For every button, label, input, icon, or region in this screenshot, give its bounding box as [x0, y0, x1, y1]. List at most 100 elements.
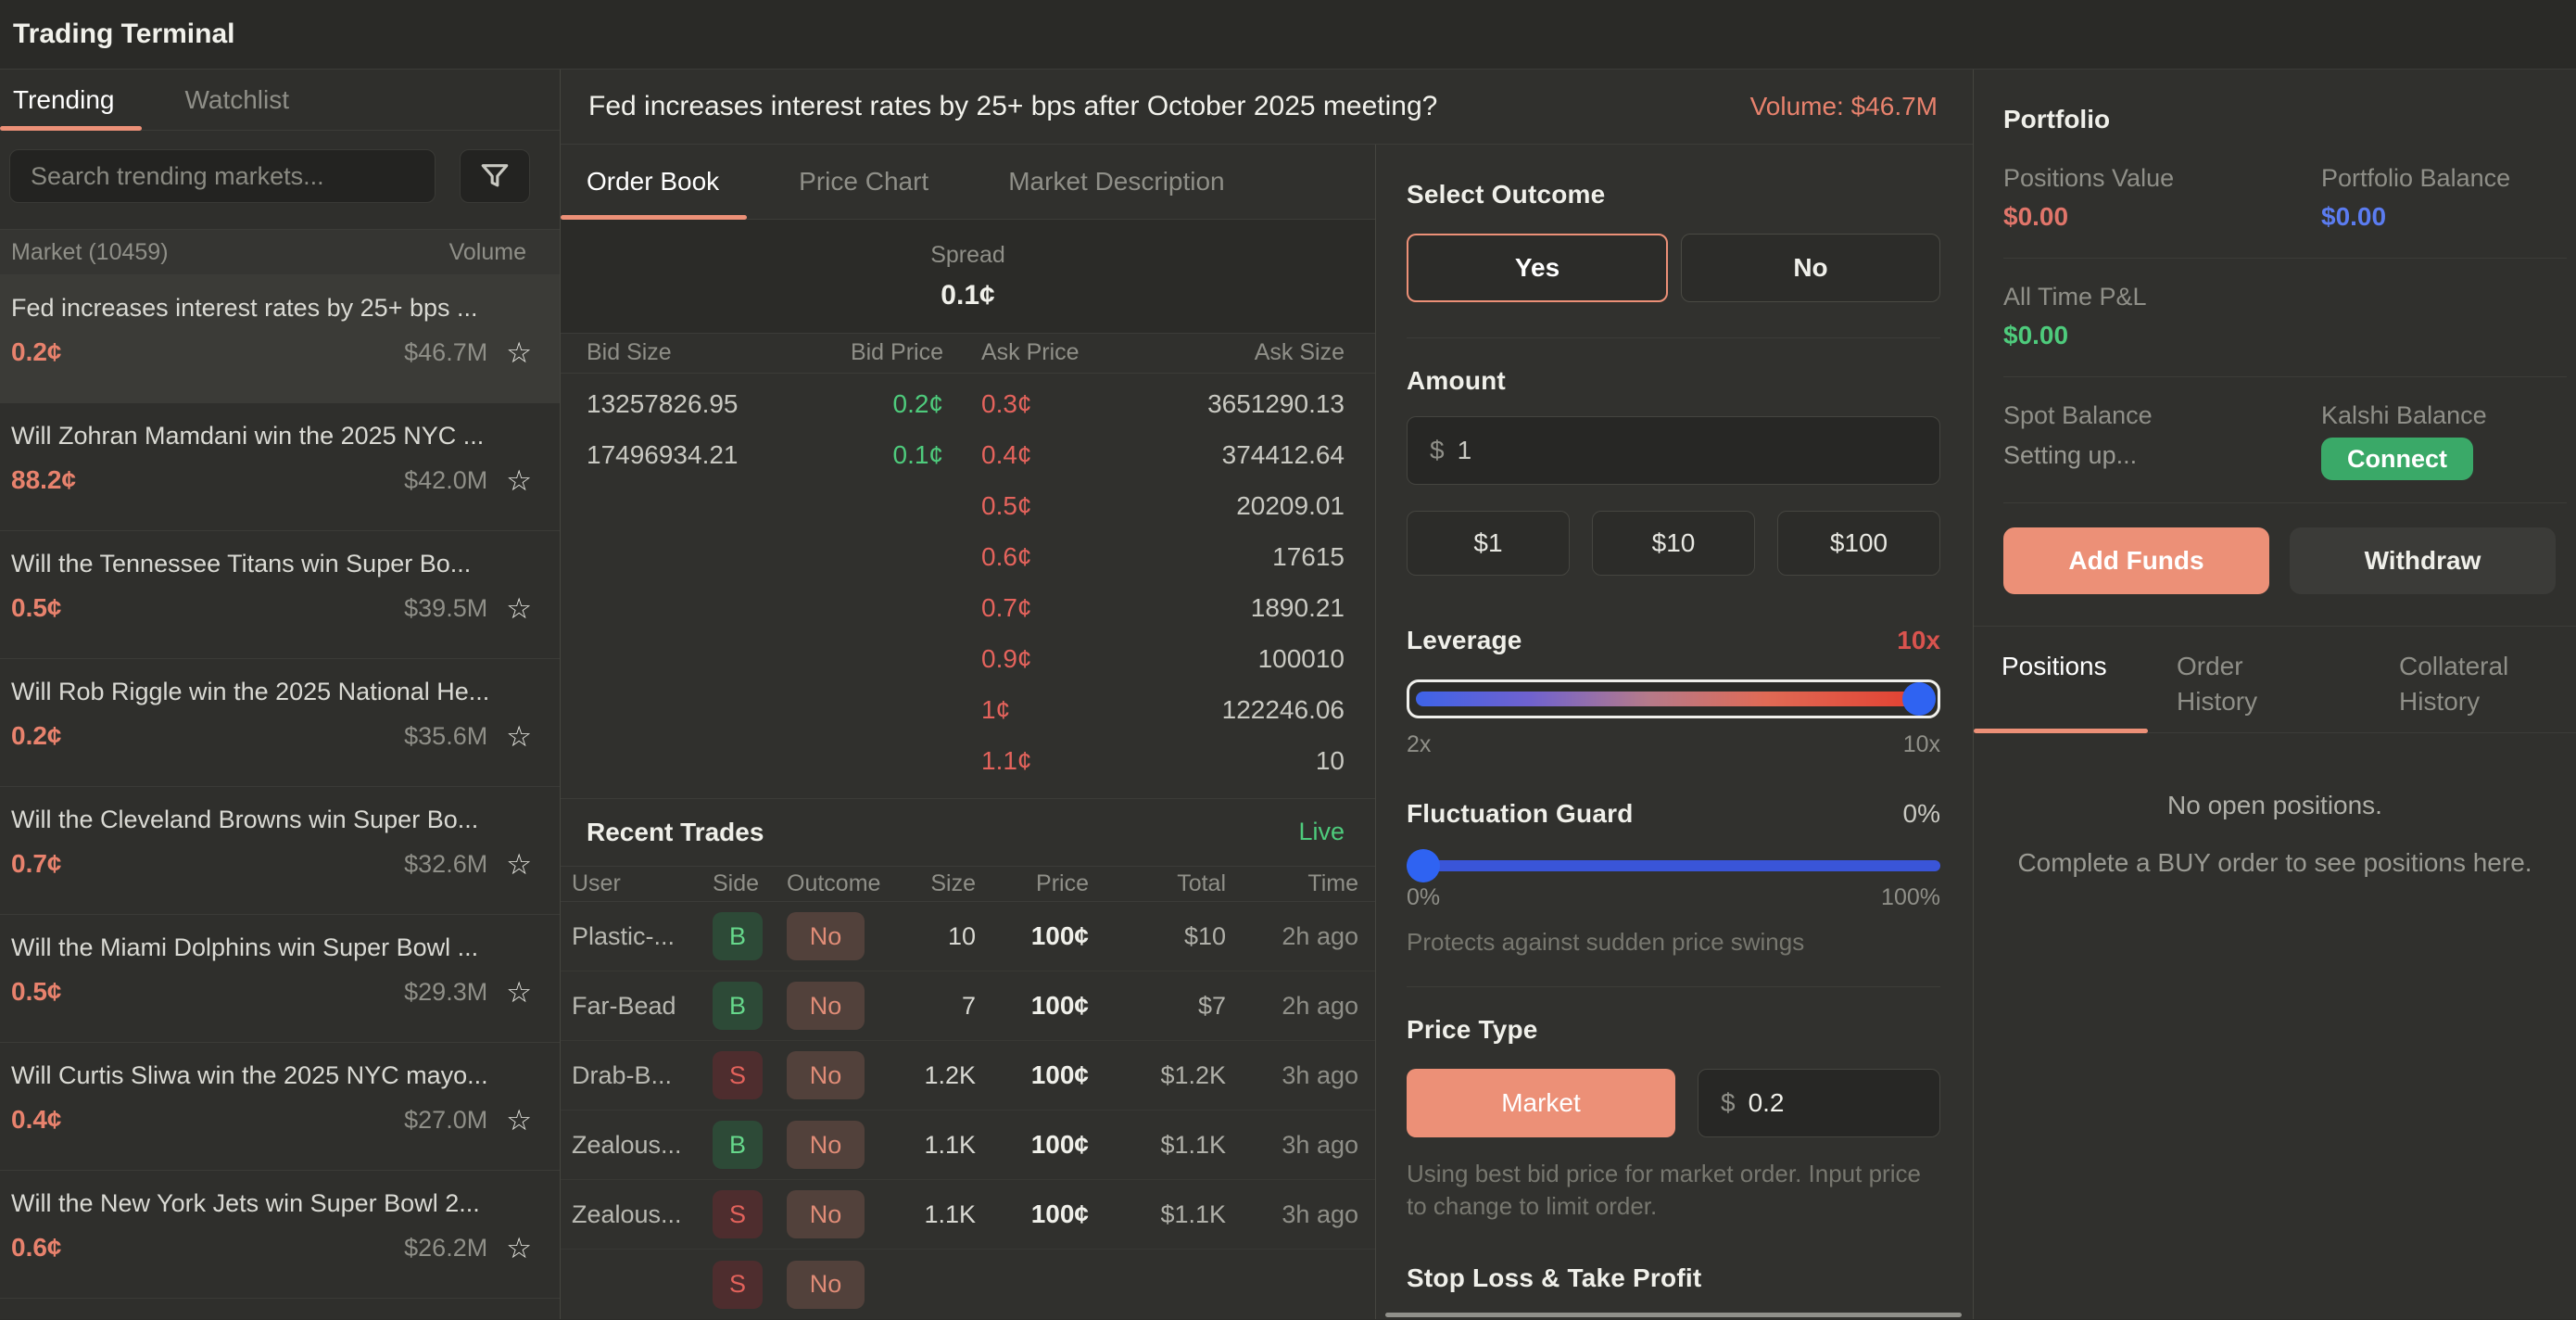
- star-icon[interactable]: [506, 1106, 532, 1135]
- connect-button[interactable]: Connect: [2321, 438, 2473, 480]
- filter-button[interactable]: [460, 149, 530, 203]
- tab-order-book-label: Order Book: [587, 167, 719, 197]
- outcome-no-badge: No: [787, 1190, 865, 1238]
- portfolio-balance-label: Portfolio Balance: [2321, 164, 2567, 193]
- tab-order-history[interactable]: Order History: [2177, 649, 2399, 732]
- search-placeholder: Search trending markets...: [31, 162, 324, 191]
- orderbook-row[interactable]: 13257826.95 0.2¢ 0.3¢ 3651290.13: [561, 379, 1375, 430]
- live-badge: Live: [1298, 818, 1345, 846]
- positions-hint-message: Complete a BUY order to see positions he…: [1974, 848, 2576, 878]
- dollar-prefix: $: [1721, 1088, 1736, 1118]
- market-price: 0.5¢: [11, 977, 62, 1007]
- portfolio-title: Portfolio: [2003, 70, 2567, 134]
- side-sell-badge: S: [713, 1190, 763, 1238]
- limit-price-value: 0.2: [1749, 1088, 1785, 1118]
- market-list-item[interactable]: Will Zohran Mamdani win the 2025 NYC ...…: [0, 403, 560, 531]
- side-sell-badge: S: [713, 1051, 763, 1099]
- market-list-item[interactable]: Will Rob Riggle win the 2025 National He…: [0, 659, 560, 787]
- star-icon[interactable]: [506, 1234, 532, 1263]
- spot-balance-label: Spot Balance: [2003, 401, 2321, 430]
- search-input[interactable]: Search trending markets...: [9, 149, 436, 203]
- fluctuation-guard-slider[interactable]: [1407, 860, 1940, 871]
- portfolio-panel: Portfolio Positions Value $0.00 Portfoli…: [1974, 70, 2576, 1319]
- orderbook-row[interactable]: 0.7¢ 1890.21: [561, 583, 1375, 634]
- market-volume-total: Volume: $46.7M: [1750, 92, 1938, 121]
- trade-panel: Select Outcome Yes No Amount $ 1: [1376, 145, 1973, 1319]
- orderbook-row[interactable]: 1¢ 122246.06: [561, 685, 1375, 736]
- trade-row[interactable]: Zealous... S No 1.1K 100¢ $1.1K 3h ago: [561, 1180, 1375, 1250]
- tab-watchlist[interactable]: Watchlist: [170, 70, 317, 130]
- spread-value: 0.1¢: [941, 280, 994, 311]
- quick-amount-10-button[interactable]: $10: [1592, 511, 1755, 576]
- stop-loss-label: Stop Loss & Take Profit: [1407, 1263, 1940, 1293]
- market-title: Will Rob Riggle win the 2025 National He…: [11, 678, 532, 706]
- market-list-item[interactable]: Will the Tennessee Titans win Super Bo..…: [0, 531, 560, 659]
- quick-amount-1-button[interactable]: $1: [1407, 511, 1570, 576]
- star-icon[interactable]: [506, 338, 532, 367]
- price-type-label: Price Type: [1407, 1015, 1940, 1045]
- tab-order-book[interactable]: Order Book: [561, 145, 747, 219]
- positions-value: $0.00: [2003, 202, 2321, 232]
- market-list-item[interactable]: Fed increases interest rates by 25+ bps …: [0, 275, 560, 403]
- orderbook-row[interactable]: 17496934.21 0.1¢ 0.4¢ 374412.64: [561, 430, 1375, 481]
- orderbook-row[interactable]: 0.6¢ 17615: [561, 532, 1375, 583]
- market-order-button[interactable]: Market: [1407, 1069, 1675, 1137]
- kalshi-balance-label: Kalshi Balance: [2321, 401, 2567, 430]
- trade-row[interactable]: Far-Bead B No 7 100¢ $7 2h ago: [561, 971, 1375, 1041]
- tab-collateral-history[interactable]: Collateral History: [2399, 649, 2538, 732]
- star-icon[interactable]: [506, 850, 532, 879]
- leverage-slider[interactable]: [1407, 679, 1940, 718]
- col-ask-size: Ask Size: [1116, 339, 1345, 366]
- tab-market-description-label: Market Description: [1008, 167, 1224, 197]
- side-buy-badge: B: [713, 1121, 763, 1169]
- star-icon[interactable]: [506, 594, 532, 623]
- market-volume: $27.0M: [404, 1106, 487, 1135]
- active-tab-underline: [1974, 729, 2148, 733]
- trade-row[interactable]: Zealous... B No 1.1K 100¢ $1.1K 3h ago: [561, 1111, 1375, 1180]
- fluctuation-guard-thumb[interactable]: [1407, 849, 1440, 882]
- col-ask-price: Ask Price: [981, 339, 1116, 366]
- select-outcome-label: Select Outcome: [1407, 180, 1940, 209]
- leverage-slider-thumb[interactable]: [1902, 682, 1936, 716]
- tab-market-description[interactable]: Market Description: [1008, 145, 1252, 219]
- market-list-item[interactable]: Will Curtis Sliwa win the 2025 NYC mayo.…: [0, 1043, 560, 1171]
- tab-trending[interactable]: Trending: [0, 70, 142, 130]
- guard-max-label: 100%: [1881, 884, 1940, 911]
- leverage-value: 10x: [1897, 626, 1940, 655]
- market-title: Will Curtis Sliwa win the 2025 NYC mayo.…: [11, 1061, 532, 1090]
- star-icon[interactable]: [506, 722, 532, 751]
- trades-table-header: User Side Outcome Size Price Total Time: [561, 866, 1375, 902]
- top-bar: Trading Terminal: [0, 0, 2576, 70]
- market-title: Will the Miami Dolphins win Super Bowl .…: [11, 933, 532, 962]
- market-volume: $42.0M: [404, 466, 487, 495]
- tab-positions[interactable]: Positions: [1974, 649, 2177, 732]
- quick-amount-100-button[interactable]: $100: [1777, 511, 1940, 576]
- limit-price-input[interactable]: $ 0.2: [1698, 1069, 1940, 1137]
- market-list-item[interactable]: Will the Cleveland Browns win Super Bo..…: [0, 787, 560, 915]
- tab-price-chart[interactable]: Price Chart: [799, 145, 956, 219]
- horizontal-scrollbar[interactable]: [1385, 1313, 1962, 1317]
- orderbook-row[interactable]: 0.5¢ 20209.01: [561, 481, 1375, 532]
- market-list-item[interactable]: Will the Miami Dolphins win Super Bowl .…: [0, 915, 560, 1043]
- market-price: 0.4¢: [11, 1105, 62, 1135]
- market-volume: $35.6M: [404, 722, 487, 751]
- trade-row[interactable]: Drab-B... S No 1.2K 100¢ $1.2K 3h ago: [561, 1041, 1375, 1111]
- market-title: Will the Tennessee Titans win Super Bo..…: [11, 550, 532, 578]
- amount-input[interactable]: $ 1: [1407, 416, 1940, 485]
- star-icon[interactable]: [506, 978, 532, 1007]
- outcome-no-badge: No: [787, 912, 865, 960]
- orderbook-row[interactable]: 1.1¢ 10: [561, 736, 1375, 787]
- yes-button[interactable]: Yes: [1407, 234, 1668, 302]
- market-list-item[interactable]: Will the New York Jets win Super Bowl 2.…: [0, 1171, 560, 1299]
- no-button[interactable]: No: [1681, 234, 1940, 302]
- market-volume: $46.7M: [404, 338, 487, 367]
- orderbook-header: Bid Size Bid Price Ask Price Ask Size: [561, 334, 1375, 374]
- market-price: 0.2¢: [11, 337, 62, 367]
- orderbook-row[interactable]: 0.9¢ 100010: [561, 634, 1375, 685]
- market-list: Fed increases interest rates by 25+ bps …: [0, 275, 560, 1319]
- add-funds-button[interactable]: Add Funds: [2003, 527, 2269, 594]
- star-icon[interactable]: [506, 466, 532, 495]
- withdraw-button[interactable]: Withdraw: [2290, 527, 2556, 594]
- trade-row-partial: S No: [561, 1250, 1375, 1319]
- trade-row[interactable]: Plastic-... B No 10 100¢ $10 2h ago: [561, 902, 1375, 971]
